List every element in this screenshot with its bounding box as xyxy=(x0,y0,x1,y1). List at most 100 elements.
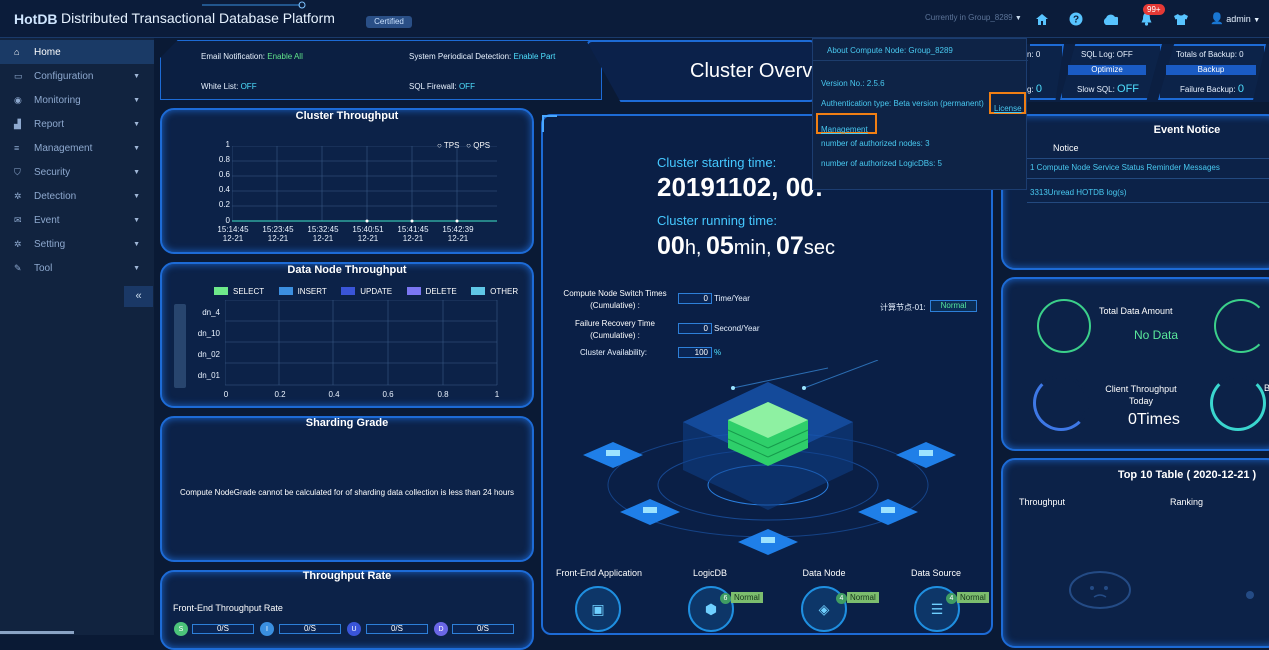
notice-tab[interactable]: Notice xyxy=(1053,143,1079,153)
group-select[interactable]: Currently in Group_8289 ▼ xyxy=(925,13,1022,22)
eye-icon: ◉ xyxy=(14,94,22,105)
sqllog-label: SQL Log: xyxy=(1081,50,1115,59)
firewall-value[interactable]: OFF xyxy=(459,82,475,91)
chevron-down-icon: ▼ xyxy=(133,264,140,272)
divider xyxy=(1027,158,1269,159)
availability-label: Cluster Availability: xyxy=(580,348,647,357)
data-amount-label: Total Data Amount xyxy=(1099,306,1173,316)
x-tick: 15:23:45 12-21 xyxy=(262,225,294,243)
sidebar-item-management[interactable]: ≡ Management ▼ xyxy=(0,136,154,160)
legend-select[interactable]: SELECT xyxy=(214,287,264,296)
sidebar-item-report[interactable]: ▟ Report ▼ xyxy=(0,112,154,136)
x-tick: 15:14:45 12-21 xyxy=(217,225,249,243)
detect-value[interactable]: Enable Part xyxy=(514,52,556,61)
run-seconds: 07 xyxy=(776,232,804,260)
sidebar-item-label: Event xyxy=(34,214,60,226)
failure-backup: Failure Backup: 0 xyxy=(1180,83,1244,95)
row-label: dn_4 xyxy=(202,308,220,317)
start-time-label: Cluster starting time: xyxy=(657,155,777,170)
chevron-down-icon: ▼ xyxy=(133,216,140,224)
sidebar-item-event[interactable]: ✉ Event ▼ xyxy=(0,208,154,232)
y-tick: 0 xyxy=(225,216,230,225)
management-link[interactable]: Management xyxy=(816,113,877,134)
shirt-icon[interactable] xyxy=(1173,11,1189,27)
sidebar-scrollbar[interactable] xyxy=(0,631,74,634)
chevron-down-icon: ▼ xyxy=(133,168,140,176)
run-hours: 00 xyxy=(657,232,685,260)
sharding-grade-title: Sharding Grade xyxy=(305,417,389,429)
divider xyxy=(1027,178,1269,179)
popup-title: About Compute Node: Group_8289 xyxy=(827,46,953,55)
optimize-button[interactable]: Optimize xyxy=(1068,65,1146,75)
legend-insert[interactable]: INSERT xyxy=(278,287,327,296)
help-icon[interactable]: ? xyxy=(1068,11,1084,27)
sidebar-item-security[interactable]: ⛉ Security ▼ xyxy=(0,160,154,184)
chart-icon: ▟ xyxy=(14,118,21,129)
y-tick: 0.4 xyxy=(218,185,230,194)
legend-delete[interactable]: DELETE xyxy=(406,287,457,296)
chevron-down-icon: ▼ xyxy=(133,240,140,248)
y-tick: 0.8 xyxy=(218,155,230,164)
home-icon: ⌂ xyxy=(14,47,20,57)
slowsql-value: OFF xyxy=(1117,83,1140,95)
logicdb-status-badge: Normal xyxy=(731,592,763,603)
event-item[interactable]: 3313Unread HOTDB log(s) xyxy=(1030,188,1126,197)
license-link[interactable]: License xyxy=(989,92,1026,114)
event-item[interactable]: 1 Compute Node Service Status Reminder M… xyxy=(1030,163,1220,172)
x-tick: 15:40:51 12-21 xyxy=(352,225,384,243)
popup-nodes: number of authorized nodes: 3 xyxy=(821,139,930,148)
logicdb-count: 6 xyxy=(720,593,731,604)
email-label: Email Notification: xyxy=(201,52,266,61)
datanode-legend: SELECT INSERT UPDATE DELETE OTHER xyxy=(214,282,528,300)
status-a-label: n: 0 xyxy=(1027,50,1041,59)
white-list: White List: OFF xyxy=(201,82,257,91)
x-tick: 0.8 xyxy=(437,390,449,399)
total-backup: Totals of Backup: 0 xyxy=(1176,50,1244,59)
sidebar-item-configuration[interactable]: ▭ Configuration ▼ xyxy=(0,64,154,88)
backup-button[interactable]: Backup xyxy=(1166,65,1256,75)
collapse-sidebar-button[interactable]: « xyxy=(124,286,153,307)
datanode-scroll[interactable] xyxy=(174,304,186,388)
popup-auth: Authentication type: Beta version (perma… xyxy=(821,99,984,108)
sidebar-item-setting[interactable]: ✲ Setting ▼ xyxy=(0,232,154,256)
x-tick: 15:42:39 12-21 xyxy=(442,225,474,243)
email-value[interactable]: Enable All xyxy=(267,52,303,61)
sidebar-item-detection[interactable]: ✲ Detection ▼ xyxy=(0,184,154,208)
sidebar-item-home[interactable]: ⌂ Home xyxy=(0,40,154,64)
popup-version: Version No.: 2.5.6 xyxy=(821,79,885,88)
sidebar-item-tool[interactable]: ✎ Tool ▼ xyxy=(0,256,154,280)
whitelist-value[interactable]: OFF xyxy=(241,82,257,91)
chevron-down-icon: ▼ xyxy=(133,144,140,152)
platform-title: Distributed Transactional Database Platf… xyxy=(61,10,335,26)
home-icon[interactable] xyxy=(1034,11,1050,27)
update-rate-dot: U xyxy=(347,622,361,636)
switch-times-value: 0 xyxy=(678,293,712,304)
backup-total-value: 0 xyxy=(1239,50,1244,59)
legend-update[interactable]: UPDATE xyxy=(341,287,392,296)
monitor-icon: ▭ xyxy=(14,70,23,81)
insert-rate-dot: I xyxy=(260,622,274,636)
sidebar-item-label: Monitoring xyxy=(34,94,81,106)
frontend-app-icon[interactable]: ▣ xyxy=(575,586,621,632)
wrench-icon: ✎ xyxy=(14,262,22,273)
top10-col-ranking: Ranking xyxy=(1170,497,1204,507)
sidebar-item-label: Management xyxy=(34,142,93,154)
email-notification: Email Notification: Enable All xyxy=(201,52,303,61)
legend-other[interactable]: OTHER xyxy=(471,287,518,296)
run-time-value: 00h, 05min, 07sec xyxy=(657,232,835,261)
insert-rate-value: 0/S xyxy=(279,624,341,634)
sidebar-item-monitoring[interactable]: ◉ Monitoring ▼ xyxy=(0,88,154,112)
right-ring-2 xyxy=(1210,375,1266,431)
status-b-label: g: 0 xyxy=(1027,83,1043,95)
datanode-label: Data Node xyxy=(802,568,846,578)
user-menu[interactable]: 👤 admin ▼ xyxy=(1210,12,1260,25)
chevron-down-icon: ▼ xyxy=(1014,15,1022,22)
corner-decoration xyxy=(542,115,557,132)
data-amount-value: No Data xyxy=(1134,328,1179,342)
mail-icon: ✉ xyxy=(14,214,22,225)
update-rate-value: 0/S xyxy=(366,624,428,634)
detect-label: System Periodical Detection: xyxy=(409,52,512,61)
cloud-icon[interactable] xyxy=(1102,11,1118,27)
logo: HotDB xyxy=(14,11,58,27)
frontend-app-label: Front-End Application xyxy=(555,568,643,578)
